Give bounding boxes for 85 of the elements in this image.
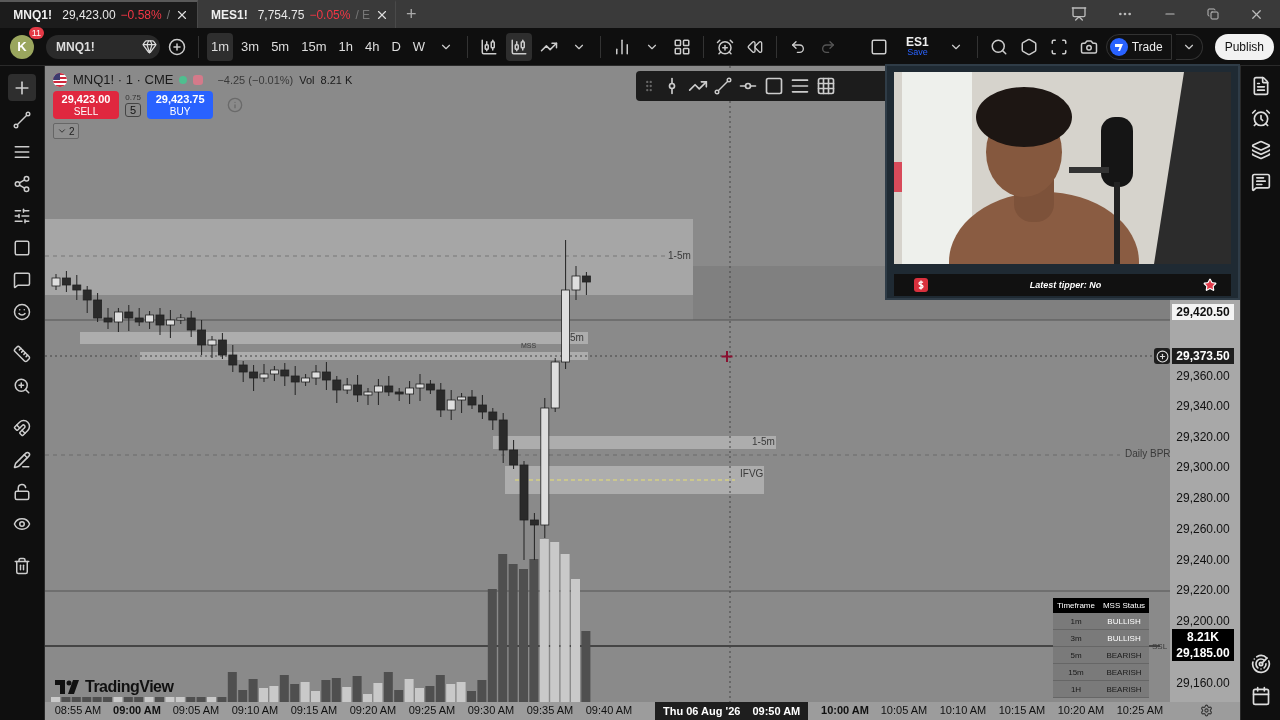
tab-price: 7,754.75 [257,8,305,22]
table-cell-text: BULLISH [1106,616,1142,626]
table-header: MSS Status [1101,601,1147,610]
time-label: 10:10 AM [938,704,988,716]
collapse-button[interactable]: 2 [53,123,79,139]
zone-label: IFVG [740,468,764,479]
table-header: Timeframe [1056,601,1096,610]
table-cell-text: BEARISH [1105,684,1143,694]
table-cell-text: 15m [1067,667,1085,677]
price-label: 29,240.00 [1175,552,1231,568]
time-label: 09:00 AM [112,704,162,716]
symbol-search-field[interactable]: MNQ1! [46,34,160,59]
tradingview-logo: TradingView [55,678,174,696]
time-label: 09:15 AM [289,704,339,716]
price-label: 8.21K [1172,629,1234,645]
tab-symbol: MES1! [211,8,248,22]
interval-button[interactable]: 15m [297,32,331,61]
table-cell-text: 1H [1069,684,1083,694]
price-label: 29,200.00 [1175,613,1231,629]
spread-value: 0.75 [125,93,141,102]
time-label: 10:15 AM [997,704,1047,716]
time-label: 09:25 AM [407,704,457,716]
price-label: 29,300.00 [1175,459,1231,475]
time-label: 09:35 AM [525,704,575,716]
table-cell-text: BEARISH [1105,650,1143,660]
new-tab-button[interactable]: + [396,3,427,25]
table-cell-text: 5m [1069,650,1083,660]
price-label: 29,185.00 [1172,645,1234,661]
price-label: 29,220.00 [1175,582,1231,598]
tab-exchange: / E [355,8,371,22]
publish-button[interactable]: Publish [1214,33,1274,60]
volume-label: Vol [299,73,315,86]
tab-price: 29,423.00 [62,8,116,22]
sell-button[interactable]: 29,423.00 SELL [53,91,119,119]
price-label: 29,160.00 [1175,675,1231,691]
time-label: 09:30 AM [466,704,516,716]
volume-value: 8.21 K [320,73,353,86]
price-label: 29,320.00 [1175,429,1231,445]
time-label: 10:25 AM [1115,704,1165,716]
price-label: 29,360.00 [1175,368,1231,384]
price-change: −4.25 (−0.01%) [217,73,294,86]
price-label: 29,280.00 [1175,490,1231,506]
tab-change: −0.58% [120,8,162,22]
interval-button[interactable]: D [387,32,405,61]
time-axis[interactable]: 08:55 AM 09:00 AM 09:05 AM 09:10 AM 09:15 AM 09:20 AM 09:25 AM 09:30 AM 09:35 AM 09:40 AM Thu 06 Aug '26 09:50 AM 10:00 AM 10:05 AM 10:10 AM 10:15 AM 10:20 AM 10:25 AM [45,702,1240,720]
time-label: 10:20 AM [1056,704,1106,716]
ticker-text: Latest tipper: No [1029,280,1102,290]
zone-label: 1-5m [752,436,775,447]
crosshair-time-label: Thu 06 Aug '26 09:50 AM [655,702,809,720]
layout-name: ES1 [906,36,929,48]
save-status: Save [907,48,928,57]
time-label: 10:05 AM [879,704,929,716]
quantity-field[interactable]: 5 [125,103,142,117]
interval-button[interactable]: 1h [334,32,357,61]
interval-button[interactable]: W [408,32,430,61]
buy-button[interactable]: 29,423.75 BUY [147,91,214,119]
interval-button[interactable]: 4h [360,32,384,61]
time-label: 09:10 AM [230,704,280,716]
table-cell-text: BEARISH [1105,667,1143,677]
time-label: 09:05 AM [171,704,221,716]
time-label: 09:20 AM [348,704,398,716]
price-label: 29,373.50 [1172,348,1234,364]
symbol-tab[interactable]: MNQ1! 29,423.00 −0.58% / [0,0,198,28]
price-label: 29,340.00 [1175,398,1231,414]
tab-symbol: MNQ1! [13,8,52,22]
table-cell-text: 3m [1069,633,1083,643]
time-label: 08:55 AM [53,704,103,716]
tab-exchange: / [166,8,170,22]
zone-label: 5m [570,332,584,343]
price-label: 29,420.50 [1172,304,1234,320]
table-cell-text: 1m [1069,616,1083,626]
tab-change: −0.05% [309,8,351,22]
time-label: 10:00 AM [820,704,870,716]
layout-button[interactable]: ES1 Save [896,36,939,57]
price-label: 29,260.00 [1175,521,1231,537]
table-cell-text: BULLISH [1106,633,1142,643]
symbol-title: MNQ1! · 1 · CME [73,72,174,87]
interval-button[interactable]: 5m [267,32,294,61]
zone-label: SSL [1152,642,1168,651]
interval-button[interactable]: 3m [237,32,264,61]
time-label: 09:40 AM [584,704,634,716]
trade-button[interactable]: Trade [1105,33,1172,60]
zone-label: 1-5m [668,250,691,261]
zone-label: Daily BPR [1125,448,1170,459]
interval-button[interactable]: 1m [207,32,234,61]
